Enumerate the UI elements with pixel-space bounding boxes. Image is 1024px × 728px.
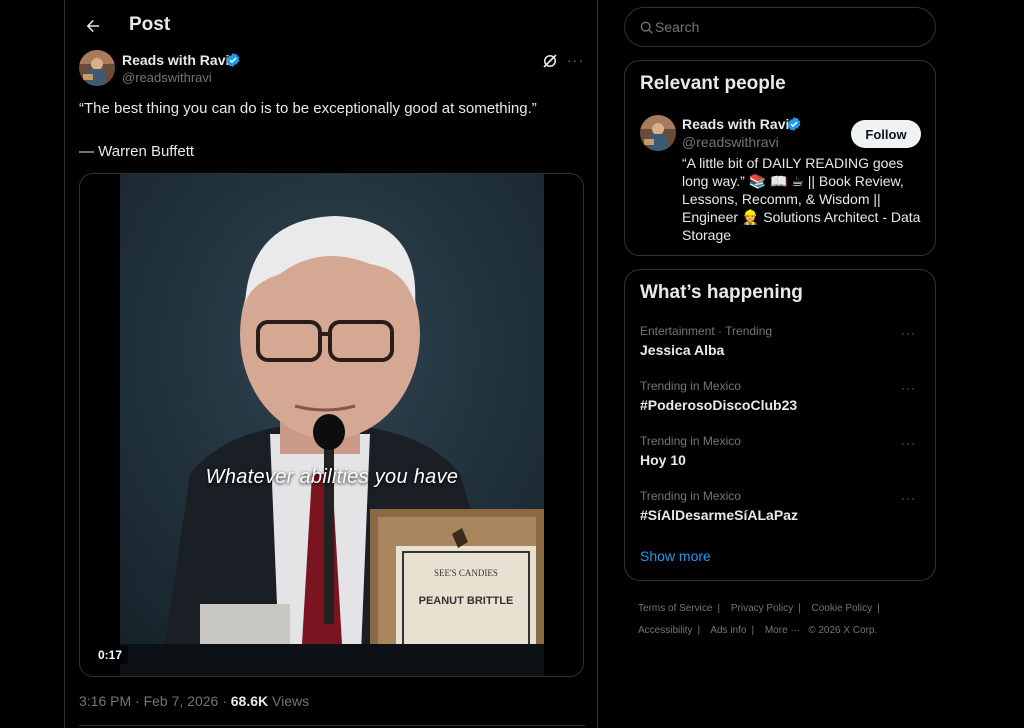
divider (79, 725, 585, 726)
footer-separator: | (798, 603, 801, 614)
footer-copyright: © 2026 X Corp. (808, 625, 878, 636)
footer-links: Terms of Service | Privacy Policy | Cookie… (638, 598, 928, 642)
person-name[interactable]: Reads with Ravi (682, 116, 789, 132)
avatar[interactable] (79, 50, 115, 86)
svg-text:PEANUT BRITTLE: PEANUT BRITTLE (419, 595, 514, 607)
post-video[interactable]: SEE'S CANDIES PEANUT BRITTLE Whatever ab… (79, 173, 584, 677)
grok-icon[interactable] (541, 52, 559, 70)
whats-happening-card: What’s happening Entertainment · Trendin… (624, 269, 936, 581)
person-handle[interactable]: @readswithravi (682, 134, 779, 150)
trend-item[interactable]: Trending in Mexico #PoderosoDiscoClub23 … (625, 379, 935, 434)
relevant-people-card: Relevant people Reads with Ravi @readswi… (624, 60, 936, 256)
follow-button[interactable]: Follow (851, 120, 921, 148)
footer-link-accessibility[interactable]: Accessibility (638, 625, 692, 636)
main-column: Post Reads with Ravi @readswithravi ··· … (64, 0, 598, 728)
arrow-left-icon (86, 20, 99, 32)
footer-separator: | (877, 603, 880, 614)
video-frame[interactable]: SEE'S CANDIES PEANUT BRITTLE Whatever ab… (120, 174, 544, 676)
search-box[interactable] (624, 7, 936, 47)
author-handle[interactable]: @readswithravi (122, 70, 212, 85)
back-button[interactable] (75, 8, 111, 44)
footer-separator: | (697, 625, 701, 636)
person-bio: “A little bit of DAILY READING goes long… (682, 155, 921, 243)
trend-item[interactable]: Trending in Mexico #SíAlDesarmeSíALaPaz … (625, 489, 935, 544)
post-attribution: — Warren Buffett (79, 143, 195, 160)
trend-context: Trending in Mexico (640, 489, 741, 503)
video-duration: 0:17 (92, 646, 129, 664)
footer-link-more[interactable]: More ··· (765, 625, 801, 636)
more-options-icon[interactable]: ··· (901, 491, 923, 505)
verified-badge-icon (787, 117, 801, 131)
show-more-link[interactable]: Show more (640, 548, 711, 564)
views-label: Views (268, 693, 310, 709)
svg-text:SEE'S CANDIES: SEE'S CANDIES (434, 568, 498, 578)
post-timestamp[interactable]: 3:16 PM · Feb 7, 2026 · (79, 693, 231, 709)
more-options-icon[interactable]: ··· (901, 436, 923, 450)
post-header: Post (65, 0, 597, 52)
trend-context: Entertainment · Trending (640, 324, 773, 338)
more-options-icon[interactable]: ··· (901, 381, 923, 395)
footer-separator: | (751, 625, 755, 636)
video-caption: Whatever abilities you have (205, 466, 459, 488)
trend-name: #SíAlDesarmeSíALaPaz (640, 507, 798, 523)
trend-name: #PoderosoDiscoClub23 (640, 397, 798, 413)
relevant-people-title: Relevant people (640, 73, 786, 94)
footer-link-terms[interactable]: Terms of Service (638, 603, 712, 614)
footer-link-privacy[interactable]: Privacy Policy (731, 603, 793, 614)
verified-badge-icon (226, 53, 240, 67)
trend-context: Trending in Mexico (640, 379, 741, 393)
whats-happening-title: What’s happening (640, 282, 803, 303)
more-options-icon[interactable]: ··· (901, 326, 923, 340)
search-input[interactable] (655, 16, 925, 38)
trend-item[interactable]: Trending in Mexico Hoy 10 ··· (625, 434, 935, 489)
trend-context: Trending in Mexico (640, 434, 741, 448)
author-name[interactable]: Reads with Ravi (122, 52, 229, 68)
trend-name: Hoy 10 (640, 452, 686, 468)
post-text: “The best thing you can do is to be exce… (79, 100, 537, 117)
avatar[interactable] (640, 115, 676, 151)
search-icon (640, 21, 653, 34)
trend-item[interactable]: Entertainment · Trending Jessica Alba ··… (625, 324, 935, 379)
page-title: Post (129, 14, 171, 35)
post-author: Reads with Ravi @readswithravi ··· (79, 50, 585, 90)
more-options-icon[interactable]: ··· (567, 52, 587, 70)
post-meta: 3:16 PM · Feb 7, 2026 · 68.6K Views (79, 693, 309, 709)
views-count: 68.6K (230, 693, 269, 709)
footer-link-ads-info[interactable]: Ads info (710, 625, 746, 636)
trend-name: Jessica Alba (640, 342, 725, 358)
footer-separator: | (717, 603, 721, 614)
footer-link-cookie[interactable]: Cookie Policy (812, 603, 873, 614)
